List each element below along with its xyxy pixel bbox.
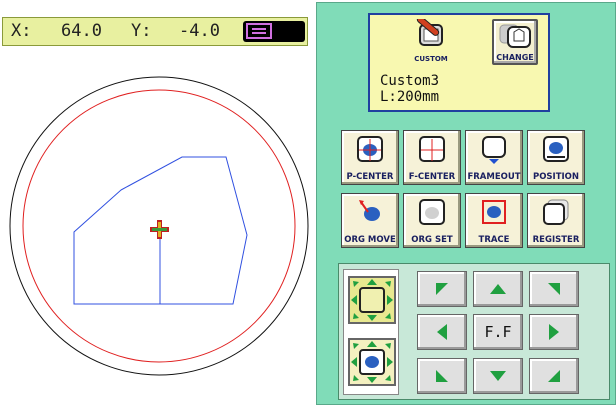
trace-mode-panel bbox=[343, 269, 399, 395]
pattern-trace-icon bbox=[351, 341, 393, 383]
x-label: X: bbox=[11, 21, 32, 41]
arrow-down-icon bbox=[490, 371, 506, 381]
hoop-name: Custom3 L:200mm bbox=[380, 73, 439, 105]
arrow-up-right-icon bbox=[548, 283, 560, 295]
trace-frame-mode-button[interactable] bbox=[348, 276, 396, 324]
p-center-button[interactable]: P-CENTER bbox=[341, 130, 399, 185]
arrow-up-left-button[interactable] bbox=[417, 271, 467, 307]
custom-label: CUSTOM bbox=[414, 55, 448, 63]
org-move-button[interactable]: ORG MOVE bbox=[341, 193, 399, 248]
feed-forward-label: F.F bbox=[484, 323, 512, 341]
trace-label: TRACE bbox=[478, 235, 510, 245]
frameout-icon bbox=[482, 136, 506, 164]
arrow-down-left-button[interactable] bbox=[417, 358, 467, 394]
arrow-up-button[interactable] bbox=[473, 271, 523, 307]
p-center-icon bbox=[357, 136, 383, 162]
change-hoop-button[interactable]: CHANGE bbox=[492, 19, 538, 65]
org-set-label: ORG SET bbox=[411, 235, 453, 245]
frameout-label: FRAMEOUT bbox=[467, 172, 521, 182]
move-control-panel: F.F bbox=[338, 263, 610, 400]
f-center-label: F-CENTER bbox=[408, 172, 456, 182]
hoop-card: CUSTOM CHANGE Custom3 L:200mm bbox=[368, 13, 550, 112]
y-label: Y: bbox=[131, 21, 152, 41]
wrench-hoop-icon bbox=[416, 19, 443, 46]
change-hoop-icon bbox=[499, 24, 531, 48]
y-value: -4.0 bbox=[179, 21, 220, 41]
trace-icon bbox=[482, 200, 506, 224]
f-center-icon bbox=[419, 136, 445, 162]
arrow-down-left-icon bbox=[436, 370, 448, 382]
arrow-down-button[interactable] bbox=[473, 358, 523, 394]
p-center-label: P-CENTER bbox=[346, 172, 394, 182]
hoop-view-panel: X: 64.0 Y: -4.0 bbox=[0, 0, 312, 407]
arrow-right-icon bbox=[549, 324, 559, 340]
position-button[interactable]: POSITION bbox=[527, 130, 585, 185]
stitch-mode-display bbox=[243, 21, 305, 42]
frameout-button[interactable]: FRAMEOUT bbox=[465, 130, 523, 185]
feed-forward-button[interactable]: F.F bbox=[473, 314, 523, 350]
custom-hoop-button[interactable]: CUSTOM bbox=[408, 19, 454, 65]
arrow-up-left-icon bbox=[436, 283, 448, 295]
arrow-up-icon bbox=[490, 284, 506, 294]
position-label: POSITION bbox=[532, 172, 580, 182]
register-label: REGISTER bbox=[532, 235, 580, 245]
arrow-down-right-button[interactable] bbox=[529, 358, 579, 394]
change-label: CHANGE bbox=[496, 53, 534, 62]
arrow-left-button[interactable] bbox=[417, 314, 467, 350]
org-set-button[interactable]: ORG SET bbox=[403, 193, 461, 248]
needle-position-marker bbox=[150, 220, 169, 239]
hoop-preview bbox=[9, 76, 309, 376]
hoop-name-line2: L:200mm bbox=[380, 89, 440, 105]
register-button[interactable]: REGISTER bbox=[527, 193, 585, 248]
arrow-down-right-icon bbox=[548, 370, 560, 382]
position-icon bbox=[543, 136, 569, 162]
coordinate-readout: X: 64.0 Y: -4.0 bbox=[2, 17, 308, 46]
hoop-name-line1: Custom3 bbox=[380, 73, 440, 89]
trace-pattern-mode-button[interactable] bbox=[348, 338, 396, 386]
stitch-mode-icon bbox=[246, 23, 272, 39]
control-panel: CUSTOM CHANGE Custom3 L:200mm P-CENTER F… bbox=[312, 0, 616, 407]
org-move-label: ORG MOVE bbox=[344, 235, 396, 245]
org-move-icon bbox=[359, 200, 380, 221]
arrow-left-icon bbox=[437, 324, 447, 340]
trace-button[interactable]: TRACE bbox=[465, 193, 523, 248]
register-icon bbox=[543, 199, 569, 225]
arrow-right-button[interactable] bbox=[529, 314, 579, 350]
f-center-button[interactable]: F-CENTER bbox=[403, 130, 461, 185]
x-value: 64.0 bbox=[61, 21, 102, 41]
arrow-up-right-button[interactable] bbox=[529, 271, 579, 307]
org-set-icon bbox=[419, 199, 445, 225]
frame-trace-icon bbox=[351, 279, 393, 321]
